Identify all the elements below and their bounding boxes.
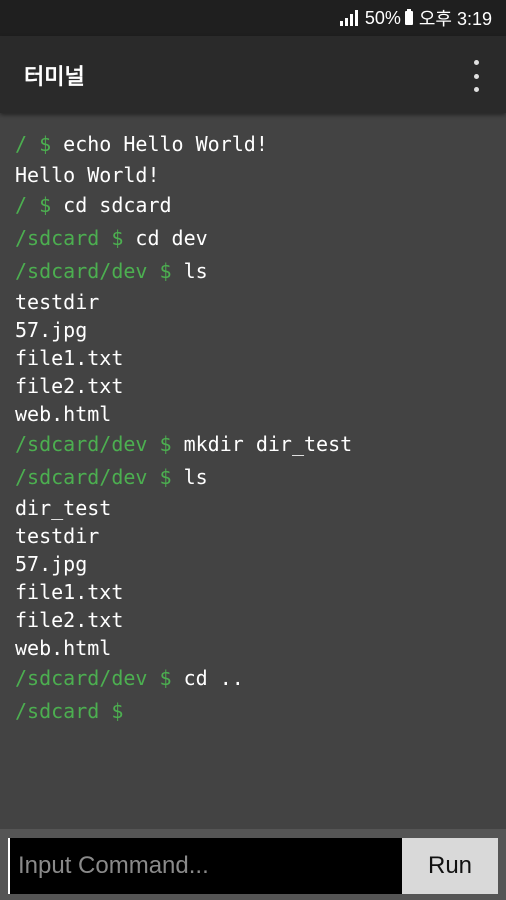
terminal-text: ls [171,259,208,283]
terminal-output-line: 57.jpg [15,550,495,578]
terminal-command-line: /sdcard $ cd dev [15,222,495,255]
terminal-text: 57.jpg [15,318,88,342]
terminal-text: testdir [15,290,100,314]
app-title: 터미널 [24,64,85,90]
menu-dot [473,73,479,79]
terminal-text: cd .. [171,666,244,690]
terminal-prompt: /sdcard/dev $ [15,259,172,283]
run-button[interactable]: Run [402,838,498,894]
terminal-text: web.html [15,636,112,660]
terminal-prompt: / $ [15,132,52,156]
clock: 오후 3:19 [418,9,492,29]
battery-icon [404,9,413,25]
terminal-prompt: / $ [15,193,52,217]
terminal-text: cd dev [123,226,208,250]
terminal-output-line: 57.jpg [15,316,495,344]
terminal-text: file2.txt [15,374,124,398]
terminal-text: ls [171,465,208,489]
terminal-text: file2.txt [15,608,124,632]
terminal-command-line: /sdcard/dev $ ls [15,461,495,494]
terminal-output-line: web.html [15,400,495,428]
terminal-output: / $ echo Hello World! Hello World! / $ cd … [15,128,495,728]
terminal-text: dir_test [15,496,112,520]
terminal-output-line: file1.txt [15,578,495,606]
battery-percent: 50% [364,7,401,28]
terminal-prompt: /sdcard/dev $ [15,432,172,456]
command-input[interactable] [8,838,402,894]
terminal-output-line: testdir [15,288,495,316]
menu-dot [473,60,479,65]
terminal-output-line: file1.txt [15,344,495,372]
terminal-command-line: /sdcard/dev $ mkdir dir_test [15,428,495,461]
terminal-output-line: testdir [15,522,495,550]
terminal-command-line: /sdcard/dev $ ls [15,255,495,288]
terminal-text: Hello World! [15,163,160,187]
terminal-prompt: /sdcard $ [15,699,124,723]
terminal-text: file1.txt [15,346,124,370]
terminal-text: 57.jpg [15,552,88,576]
app-bar: 터미널 [0,36,506,113]
terminal-output-line: web.html [15,634,495,662]
status-bar: 50% 오후 3:19 [0,0,506,36]
terminal-command-line: / $ echo Hello World! [15,128,495,161]
terminal-output-line: file2.txt [15,606,495,634]
terminal-text: web.html [15,402,112,426]
terminal-command-line: /sdcard $ [15,695,495,728]
signal-icon [339,10,358,26]
terminal-text: mkdir dir_test [171,432,353,456]
more-vert-icon[interactable] [470,60,482,92]
terminal-prompt: /sdcard $ [15,226,124,250]
terminal-prompt: /sdcard/dev $ [15,465,172,489]
terminal-prompt: /sdcard/dev $ [15,666,172,690]
terminal-output-line: dir_test [15,494,495,522]
terminal-output-line: Hello World! [15,161,495,189]
terminal-text: testdir [15,524,100,548]
terminal-command-line: /sdcard/dev $ cd .. [15,662,495,695]
terminal-text: cd sdcard [51,193,172,217]
terminal-text: file1.txt [15,580,124,604]
menu-dot [473,87,479,92]
terminal-output-line: file2.txt [15,372,495,400]
terminal-text: echo Hello World! [51,132,268,156]
terminal-command-line: / $ cd sdcard [15,189,495,222]
